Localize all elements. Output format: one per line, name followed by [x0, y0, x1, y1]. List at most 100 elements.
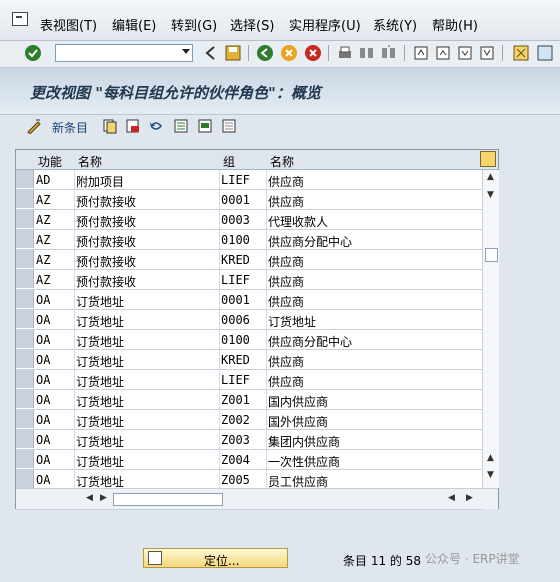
dropdown-arrow-icon[interactable]: [182, 49, 190, 54]
column-divider: [74, 290, 75, 309]
cell-group: 0003: [221, 213, 250, 227]
new-entries-button[interactable]: 新条目: [52, 119, 88, 136]
table-row[interactable]: OA 订货地址 Z002 国外供应商: [16, 410, 482, 430]
table-row[interactable]: AZ 预付款接收 KRED 供应商: [16, 250, 482, 270]
menu-goto[interactable]: 转到(G): [171, 15, 217, 34]
table-row[interactable]: OA 订货地址 Z001 国内供应商: [16, 390, 482, 410]
table-row[interactable]: AD 附加项目 LIEF 供应商: [16, 170, 482, 190]
cell-function: AZ: [36, 253, 51, 267]
find-icon[interactable]: [358, 44, 376, 62]
toolbar-separator: [502, 45, 503, 61]
application-toolbar: 新条目: [0, 115, 560, 139]
next-page-icon[interactable]: [456, 44, 474, 62]
column-header-function[interactable]: 功能: [38, 153, 62, 170]
scroll-thumb[interactable]: [485, 248, 498, 262]
undo-change-icon[interactable]: [148, 118, 164, 134]
column-divider: [219, 470, 220, 489]
command-field[interactable]: [55, 44, 193, 62]
column-divider: [74, 330, 75, 349]
row-selector[interactable]: [16, 290, 34, 308]
menu-edit[interactable]: 编辑(E): [112, 15, 156, 34]
back-icon[interactable]: [256, 44, 274, 62]
position-button[interactable]: 定位...: [143, 548, 288, 568]
find-next-icon[interactable]: [380, 44, 398, 62]
column-header-group[interactable]: 组: [223, 153, 235, 170]
row-selector[interactable]: [16, 470, 34, 488]
table-row[interactable]: OA 订货地址 0100 供应商分配中心: [16, 330, 482, 350]
table-row[interactable]: AZ 预付款接收 0003 代理收款人: [16, 210, 482, 230]
row-selector[interactable]: [16, 430, 34, 448]
table-row[interactable]: OA 订货地址 Z003 集团内供应商: [16, 430, 482, 450]
cell-group: Z003: [221, 433, 250, 447]
column-divider: [219, 250, 220, 269]
table-row[interactable]: AZ 预付款接收 LIEF 供应商: [16, 270, 482, 290]
cell-function-name: 订货地址: [76, 415, 125, 429]
table-row[interactable]: OA 订货地址 Z004 一次性供应商: [16, 450, 482, 470]
exit-icon[interactable]: [280, 44, 298, 62]
row-selector[interactable]: [16, 190, 34, 208]
scroll-right-icon[interactable]: ▶: [100, 493, 107, 503]
first-page-icon[interactable]: [412, 44, 430, 62]
menu-table-view[interactable]: 表视图(T): [40, 15, 97, 34]
window-menu-icon[interactable]: [12, 12, 28, 26]
cell-group-name: 供应商: [268, 295, 305, 309]
scroll-left-end-icon[interactable]: ◀: [448, 493, 455, 503]
row-selector[interactable]: [16, 230, 34, 248]
cancel-icon[interactable]: [304, 44, 322, 62]
row-selector[interactable]: [16, 350, 34, 368]
delete-icon[interactable]: [125, 118, 141, 134]
shortcut-icon[interactable]: [536, 44, 554, 62]
row-selector[interactable]: [16, 450, 34, 468]
row-selector[interactable]: [16, 330, 34, 348]
row-selector[interactable]: [16, 270, 34, 288]
change-display-icon[interactable]: [26, 118, 42, 134]
title-band: 更改视图 "每科目组允许的伙伴角色"：概览: [0, 68, 560, 115]
menu-system[interactable]: 系统(Y): [373, 15, 417, 34]
row-selector[interactable]: [16, 390, 34, 408]
table-row[interactable]: AZ 预付款接收 0100 供应商分配中心: [16, 230, 482, 250]
table-row[interactable]: OA 订货地址 0006 订货地址: [16, 310, 482, 330]
table-row[interactable]: OA 订货地址 Z005 员工供应商: [16, 470, 482, 490]
column-header-function-name[interactable]: 名称: [78, 153, 102, 170]
previous-page-icon[interactable]: [434, 44, 452, 62]
cell-group: 0100: [221, 233, 250, 247]
table-row[interactable]: OA 订货地址 0001 供应商: [16, 290, 482, 310]
menu-selection[interactable]: 选择(S): [230, 15, 274, 34]
row-selector[interactable]: [16, 170, 34, 188]
row-selector[interactable]: [16, 370, 34, 388]
select-block-icon[interactable]: [197, 118, 213, 134]
scroll-down-icon[interactable]: ▼: [487, 190, 494, 200]
scroll-down-bottom-icon[interactable]: ▼: [487, 470, 494, 480]
column-header-group-name[interactable]: 名称: [270, 153, 294, 170]
save-icon[interactable]: [224, 44, 242, 62]
menu-help[interactable]: 帮助(H): [432, 15, 478, 34]
last-page-icon[interactable]: [478, 44, 496, 62]
deselect-all-icon[interactable]: [221, 118, 237, 134]
scroll-left-icon[interactable]: ◀: [86, 493, 93, 503]
horizontal-scroll-thumb[interactable]: [113, 493, 223, 506]
print-icon[interactable]: [336, 44, 354, 62]
scroll-right-end-icon[interactable]: ▶: [466, 493, 473, 503]
back-arrow-icon[interactable]: [202, 44, 220, 62]
table-row[interactable]: AZ 预付款接收 0001 供应商: [16, 190, 482, 210]
table-row[interactable]: OA 订货地址 LIEF 供应商: [16, 370, 482, 390]
row-selector[interactable]: [16, 210, 34, 228]
scroll-up-icon[interactable]: ▲: [487, 172, 494, 182]
menu-utilities[interactable]: 实用程序(U): [289, 15, 361, 34]
cell-function: OA: [36, 373, 51, 387]
column-settings-icon[interactable]: [480, 151, 496, 167]
cell-function-name: 订货地址: [76, 375, 125, 389]
cell-function: AZ: [36, 193, 51, 207]
column-divider: [219, 450, 220, 469]
row-selector[interactable]: [16, 250, 34, 268]
enter-icon[interactable]: [24, 44, 42, 62]
table-row[interactable]: OA 订货地址 KRED 供应商: [16, 350, 482, 370]
row-selector[interactable]: [16, 410, 34, 428]
vertical-scrollbar[interactable]: ▲ ▼ ▲ ▼: [482, 170, 499, 488]
horizontal-scrollbar[interactable]: ◀ ▶ ◀ ▶: [16, 488, 498, 509]
select-all-icon[interactable]: [173, 118, 189, 134]
copy-as-icon[interactable]: [102, 118, 118, 134]
create-session-icon[interactable]: [512, 44, 530, 62]
scroll-up-bottom-icon[interactable]: ▲: [487, 453, 494, 463]
row-selector[interactable]: [16, 310, 34, 328]
